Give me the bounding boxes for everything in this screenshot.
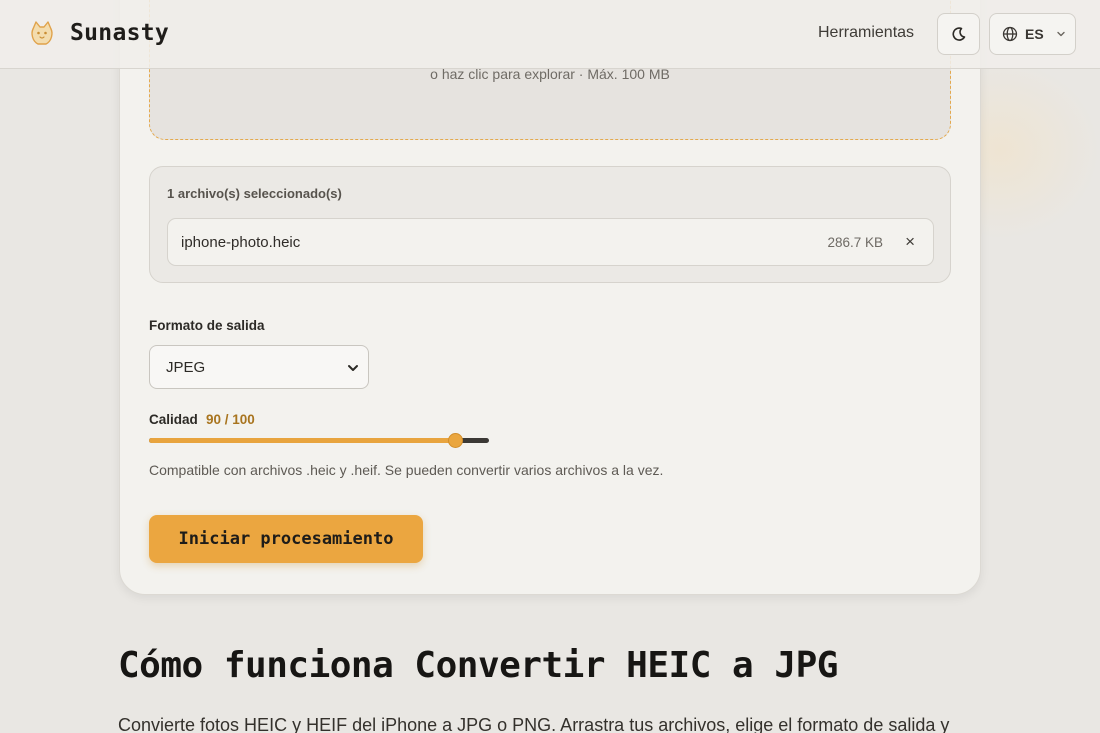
file-name: iphone-photo.heic bbox=[181, 234, 301, 251]
cat-logo-icon[interactable] bbox=[27, 19, 57, 49]
output-format-select[interactable]: JPEG bbox=[149, 345, 369, 389]
format-hint: Compatible con archivos .heic y .heif. S… bbox=[149, 462, 664, 478]
quality-slider[interactable] bbox=[149, 432, 489, 450]
selected-files-panel: 1 archivo(s) seleccionado(s) iphone-phot… bbox=[149, 166, 951, 283]
output-format-label: Formato de salida bbox=[149, 318, 265, 333]
chevron-down-icon bbox=[1056, 31, 1065, 37]
file-size: 286.7 KB bbox=[827, 235, 883, 250]
moon-icon bbox=[951, 27, 965, 41]
language-code: ES bbox=[1025, 26, 1044, 42]
output-format-value: JPEG bbox=[166, 358, 206, 376]
slider-thumb[interactable] bbox=[448, 433, 463, 448]
quality-value: 90 / 100 bbox=[206, 412, 255, 427]
section-title: Cómo funciona Convertir HEIC a JPG bbox=[118, 645, 838, 686]
brand-name[interactable]: Sunasty bbox=[70, 20, 169, 46]
nav-tools-link[interactable]: Herramientas bbox=[818, 24, 914, 42]
top-navbar: Sunasty Herramientas ES bbox=[0, 0, 1100, 69]
start-processing-button[interactable]: Iniciar procesamiento bbox=[149, 515, 423, 563]
globe-icon bbox=[1002, 26, 1018, 42]
chevron-down-icon bbox=[348, 365, 358, 371]
section-intro: Convierte fotos HEIC y HEIF del iPhone a… bbox=[118, 715, 950, 733]
file-item: iphone-photo.heic 286.7 KB × bbox=[167, 218, 934, 266]
slider-fill bbox=[149, 438, 455, 443]
theme-toggle-button[interactable] bbox=[937, 13, 980, 55]
quality-label: Calidad bbox=[149, 412, 198, 427]
remove-file-button[interactable]: × bbox=[905, 232, 915, 252]
files-count-label: 1 archivo(s) seleccionado(s) bbox=[167, 186, 342, 201]
language-selector[interactable]: ES bbox=[989, 13, 1076, 55]
